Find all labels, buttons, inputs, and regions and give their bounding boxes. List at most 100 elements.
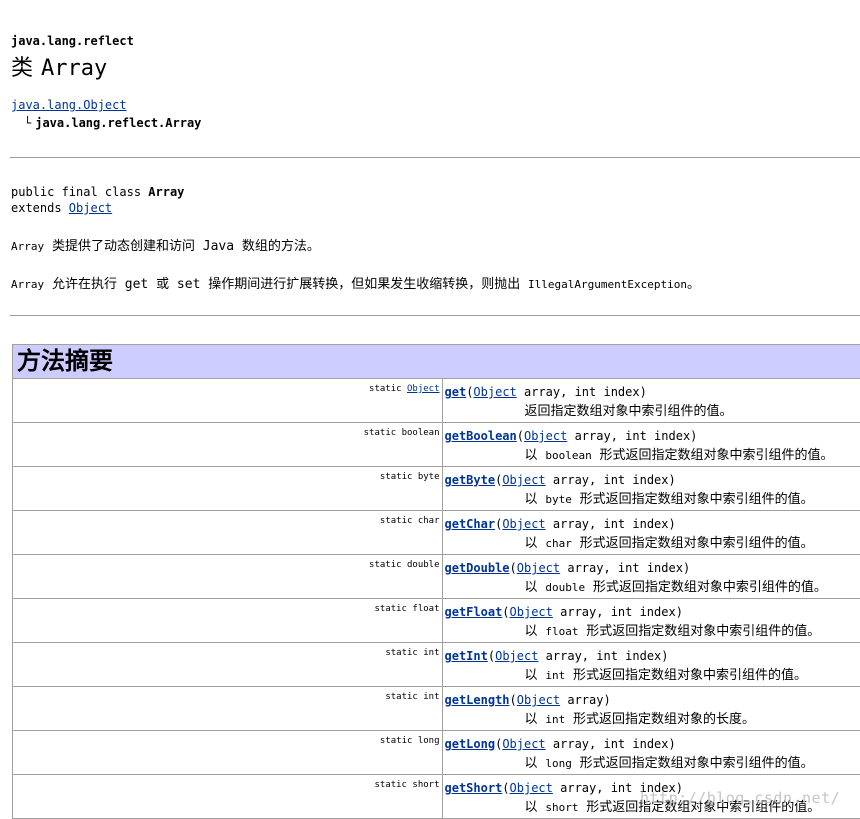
method-row: static floatgetFloat(Object array, int i…	[13, 599, 860, 643]
method-params: array, int index)	[517, 385, 647, 399]
title-class-name: Array	[41, 56, 107, 81]
param-type-link[interactable]: Object	[502, 473, 545, 487]
method-rows: static Objectget(Object array, int index…	[13, 379, 860, 819]
param-type-link[interactable]: Object	[510, 781, 553, 795]
method-params: array)	[560, 693, 611, 707]
method-name-link[interactable]: getLong	[445, 737, 496, 751]
method-name-link[interactable]: getBoolean	[445, 429, 517, 443]
method-modifier: static float	[374, 604, 439, 614]
method-row: static chargetChar(Object array, int ind…	[13, 511, 860, 555]
method-params: array, int index)	[546, 517, 676, 531]
hierarchy-child-label: java.lang.reflect.Array	[35, 116, 201, 130]
param-type-link[interactable]: Object	[502, 737, 545, 751]
method-description: 以 int 形式返回指定数组对象的长度。	[445, 708, 860, 727]
desc-text: 类提供了动态创建和访问 Java 数组的方法。	[44, 239, 320, 254]
method-modifier-cell: static double	[13, 555, 443, 599]
method-desc-pre: 以	[525, 712, 546, 727]
tree-elbow-icon: └	[24, 116, 31, 130]
method-desc-post: 形式返回指定数组对象中索引组件的值。	[572, 756, 814, 771]
method-row: static longgetLong(Object array, int ind…	[13, 731, 860, 775]
param-type-link[interactable]: Object	[517, 693, 560, 707]
method-params: array, int index)	[567, 429, 697, 443]
method-modifier-cell: static short	[13, 775, 443, 819]
method-signature-cell: getDouble(Object array, int index)以 doub…	[442, 555, 860, 599]
extends-object-link[interactable]: Object	[69, 201, 112, 215]
method-description: 以 float 形式返回指定数组对象中索引组件的值。	[445, 620, 860, 639]
method-modifier: static double	[369, 560, 439, 570]
param-type-link[interactable]: Object	[473, 385, 516, 399]
method-summary-table: 方法摘要 static Objectget(Object array, int …	[12, 344, 860, 819]
method-description: 以 byte 形式返回指定数组对象中索引组件的值。	[445, 488, 860, 507]
method-desc-pre: 返回指定数组对象中索引组件的值。	[525, 404, 733, 419]
desc-exception-code: IllegalArgumentException	[528, 278, 687, 291]
method-params: array, int index)	[538, 649, 668, 663]
method-modifier-cell: static int	[13, 687, 443, 731]
method-desc-post: 形式返回指定数组对象中索引组件的值。	[572, 492, 814, 507]
method-signature-cell: getLong(Object array, int index)以 long 形…	[442, 731, 860, 775]
hierarchy-parent-link[interactable]: java.lang.Object	[11, 98, 127, 112]
method-name-link[interactable]: get	[445, 385, 467, 399]
method-modifier: static short	[374, 780, 439, 790]
method-desc-code: short	[545, 801, 578, 814]
method-signature-cell: getInt(Object array, int index)以 int 形式返…	[442, 643, 860, 687]
method-description: 以 boolean 形式返回指定数组对象中索引组件的值。	[445, 444, 860, 463]
method-desc-code: float	[545, 625, 578, 638]
method-name-link[interactable]: getChar	[445, 517, 496, 531]
method-desc-code: double	[545, 581, 585, 594]
desc-code: Array	[11, 240, 44, 253]
method-description: 返回指定数组对象中索引组件的值。	[445, 400, 860, 419]
param-type-link[interactable]: Object	[517, 561, 560, 575]
method-signature-cell: get(Object array, int index)返回指定数组对象中索引组…	[442, 379, 860, 423]
method-modifier: static boolean	[364, 428, 440, 438]
package-name: java.lang.reflect	[11, 34, 134, 48]
description-paragraph-2: Array 允许在执行 get 或 set 操作期间进行扩展转换，但如果发生收缩…	[11, 273, 700, 292]
method-modifier: static	[369, 384, 407, 394]
method-name-link[interactable]: getDouble	[445, 561, 510, 575]
class-extends: extends Object	[11, 201, 112, 215]
method-desc-pre: 以	[525, 580, 546, 595]
method-modifier-cell: static byte	[13, 467, 443, 511]
return-type-link[interactable]: Object	[407, 384, 440, 394]
param-type-link[interactable]: Object	[510, 605, 553, 619]
method-row: static intgetLength(Object array)以 int 形…	[13, 687, 860, 731]
method-signature-cell: getFloat(Object array, int index)以 float…	[442, 599, 860, 643]
method-modifier-cell: static char	[13, 511, 443, 555]
hierarchy-parent: java.lang.Object	[11, 98, 127, 112]
desc-text: 允许在执行 get 或 set 操作期间进行扩展转换，但如果发生收缩转换，则抛出	[44, 277, 528, 292]
method-desc-post: 形式返回指定数组对象中索引组件的值。	[572, 536, 814, 551]
class-declaration: public final class Array	[11, 185, 184, 199]
method-name-link[interactable]: getFloat	[445, 605, 503, 619]
method-modifier: static char	[380, 516, 440, 526]
param-type-link[interactable]: Object	[495, 649, 538, 663]
method-description: 以 double 形式返回指定数组对象中索引组件的值。	[445, 576, 860, 595]
param-type-link[interactable]: Object	[524, 429, 567, 443]
extends-keyword: extends	[11, 201, 69, 215]
method-desc-code: byte	[545, 493, 572, 506]
paren-open: (	[517, 429, 524, 443]
method-name-link[interactable]: getInt	[445, 649, 488, 663]
method-desc-post: 形式返回指定数组对象中索引组件的值。	[578, 624, 820, 639]
method-name-link[interactable]: getShort	[445, 781, 503, 795]
method-desc-pre: 以	[525, 448, 546, 463]
method-desc-pre: 以	[525, 492, 546, 507]
method-desc-code: long	[545, 757, 572, 770]
method-row: static intgetInt(Object array, int index…	[13, 643, 860, 687]
method-modifier-cell: static float	[13, 599, 443, 643]
method-description: 以 long 形式返回指定数组对象中索引组件的值。	[445, 752, 860, 771]
method-signature-cell: getBoolean(Object array, int index)以 boo…	[442, 423, 860, 467]
method-params: array, int index)	[546, 737, 676, 751]
method-name-link[interactable]: getByte	[445, 473, 496, 487]
method-modifier-cell: static int	[13, 643, 443, 687]
divider-middle	[10, 315, 860, 316]
method-row: static Objectget(Object array, int index…	[13, 379, 860, 423]
desc-text-end: 。	[687, 277, 700, 292]
method-signature-cell: getLength(Object array)以 int 形式返回指定数组对象的…	[442, 687, 860, 731]
method-name-link[interactable]: getLength	[445, 693, 510, 707]
method-description: 以 char 形式返回指定数组对象中索引组件的值。	[445, 532, 860, 551]
paren-open: (	[488, 649, 495, 663]
method-row: static doublegetDouble(Object array, int…	[13, 555, 860, 599]
method-signature-cell: getChar(Object array, int index)以 char 形…	[442, 511, 860, 555]
description-paragraph-1: Array 类提供了动态创建和访问 Java 数组的方法。	[11, 235, 320, 254]
param-type-link[interactable]: Object	[502, 517, 545, 531]
method-modifier-cell: static Object	[13, 379, 443, 423]
